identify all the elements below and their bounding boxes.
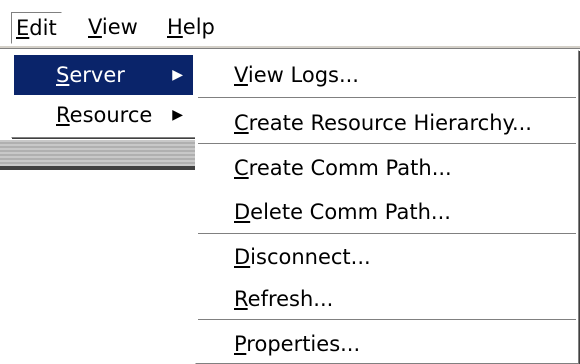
server-menu-item-disconnect[interactable]: Disconnect... bbox=[196, 237, 574, 277]
delete-comm-path-text: elete Comm Path... bbox=[250, 200, 451, 224]
server-mnemonic: S bbox=[56, 63, 70, 87]
menu-separator bbox=[198, 143, 576, 145]
background-panel-strip bbox=[0, 140, 200, 166]
properties-label: Properties... bbox=[234, 324, 360, 364]
create-resource-hierarchy-text: reate Resource Hierarchy... bbox=[248, 111, 532, 135]
edit-menu-item-server-label: Server bbox=[56, 55, 125, 95]
submenu-arrow-icon: ▶ bbox=[172, 107, 183, 123]
create-comm-path-text: reate Comm Path... bbox=[248, 156, 452, 180]
menu-view[interactable]: View bbox=[84, 12, 142, 42]
server-menu-item-create-comm-path[interactable]: Create Comm Path... bbox=[196, 148, 574, 188]
view-logs-mnemonic: V bbox=[234, 63, 248, 87]
menu-bar: Edit View Help bbox=[0, 0, 580, 46]
menu-help-label: elp bbox=[182, 15, 215, 39]
create-comm-path-mnemonic: C bbox=[234, 156, 249, 180]
refresh-mnemonic: R bbox=[234, 287, 248, 311]
view-logs-text: iew Logs... bbox=[247, 63, 359, 87]
delete-comm-path-label: Delete Comm Path... bbox=[234, 192, 451, 232]
edit-menu-item-resource-label: Resource bbox=[56, 95, 152, 135]
properties-mnemonic: P bbox=[234, 332, 247, 356]
menu-help[interactable]: Help bbox=[163, 12, 219, 42]
edit-menu-item-resource[interactable]: Resource ▶ bbox=[14, 95, 193, 135]
menu-separator bbox=[198, 97, 576, 99]
menu-edit-label: dit bbox=[29, 16, 57, 40]
edit-dropdown-menu: Server ▶ Resource ▶ bbox=[11, 50, 196, 138]
menu-edit[interactable]: Edit bbox=[11, 12, 62, 44]
server-menu-item-delete-comm-path[interactable]: Delete Comm Path... bbox=[196, 192, 574, 232]
resource-mnemonic: R bbox=[56, 103, 70, 127]
delete-comm-path-mnemonic: D bbox=[234, 200, 251, 224]
menu-separator bbox=[198, 319, 576, 321]
submenu-arrow-icon: ▶ bbox=[172, 67, 183, 83]
edit-menu-item-server[interactable]: Server ▶ bbox=[14, 55, 193, 95]
menu-view-mnemonic: V bbox=[88, 15, 102, 39]
menubar-divider bbox=[0, 46, 580, 49]
server-menu-item-refresh[interactable]: Refresh... bbox=[196, 279, 574, 319]
create-resource-hierarchy-label: Create Resource Hierarchy... bbox=[234, 103, 532, 143]
create-resource-hierarchy-mnemonic: C bbox=[234, 111, 249, 135]
refresh-text: efresh... bbox=[247, 287, 334, 311]
refresh-label: Refresh... bbox=[234, 279, 333, 319]
menu-edit-mnemonic: E bbox=[16, 16, 30, 40]
background-panel-divider bbox=[0, 166, 200, 170]
view-logs-label: View Logs... bbox=[234, 55, 359, 95]
disconnect-label: Disconnect... bbox=[234, 237, 371, 277]
disconnect-text: isconnect... bbox=[250, 245, 371, 269]
menu-separator bbox=[198, 233, 576, 235]
server-submenu: View Logs... Create Resource Hierarchy..… bbox=[195, 50, 579, 364]
resource-label-text: esource bbox=[69, 103, 153, 127]
server-menu-item-properties[interactable]: Properties... bbox=[196, 324, 574, 364]
properties-text: roperties... bbox=[246, 332, 361, 356]
server-label-text: erver bbox=[69, 63, 125, 87]
server-menu-item-view-logs[interactable]: View Logs... bbox=[196, 55, 574, 95]
create-comm-path-label: Create Comm Path... bbox=[234, 148, 452, 188]
menu-view-label: iew bbox=[101, 15, 138, 39]
disconnect-mnemonic: D bbox=[234, 245, 251, 269]
server-menu-item-create-resource-hierarchy[interactable]: Create Resource Hierarchy... bbox=[196, 103, 574, 143]
menu-help-mnemonic: H bbox=[167, 15, 183, 39]
